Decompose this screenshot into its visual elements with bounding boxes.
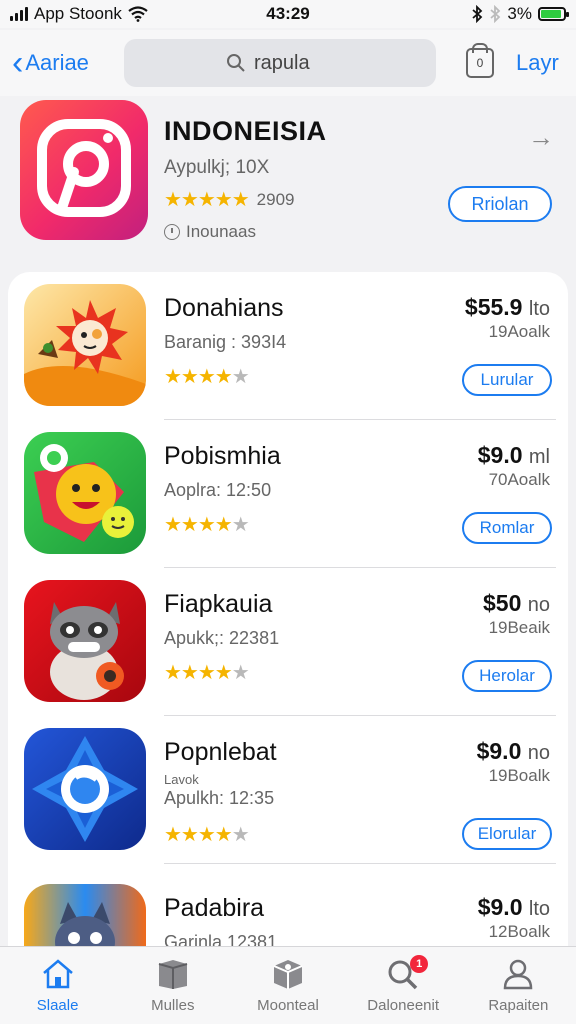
star-rating-icon: ★★★★★	[164, 366, 250, 388]
nav-right-button[interactable]: Layr	[516, 50, 559, 76]
wifi-icon	[128, 6, 148, 22]
tab-label: Mulles	[151, 997, 195, 1014]
featured-title: INDONEISIA	[164, 116, 327, 146]
tab-search[interactable]: 1 Daloneenit	[348, 955, 458, 1014]
battery-percent: 3%	[507, 4, 532, 23]
cube-icon	[270, 957, 306, 991]
app-count: 12Boalk	[488, 922, 550, 941]
bluetooth-faded-icon	[490, 5, 501, 23]
app-name: Padabira	[164, 894, 265, 922]
app-count: 19Beaik	[488, 618, 550, 637]
chevron-left-icon: ‹	[12, 44, 24, 82]
box-icon	[155, 957, 191, 991]
tab-label: Rapaiten	[488, 997, 549, 1014]
app-rating: ★★★★★	[164, 660, 250, 685]
list-item[interactable]: Donahians Baranig : 393I4 ★★★★★ $55.9 lt…	[8, 272, 568, 420]
app-rating: ★★★★★	[164, 364, 250, 389]
app-get-button[interactable]: Romlar	[462, 512, 552, 544]
app-price: $9.0 no	[476, 738, 550, 764]
notification-badge: 1	[410, 955, 429, 973]
smiley-chat-icon	[24, 432, 146, 554]
featured-category-label: Inounaas	[186, 222, 256, 241]
status-right: 3%	[471, 4, 569, 24]
tab-cube[interactable]: Moonteal	[233, 957, 343, 1014]
divider	[164, 863, 556, 864]
app-name: Popnlebat	[164, 738, 277, 766]
app-subtitle: Aoplra: 12:50	[164, 480, 272, 500]
raccoon-icon	[24, 580, 146, 702]
featured-app[interactable]: INDONEISIA Aypulkj; 10X ★★★★★ 2909 Inoun…	[0, 100, 576, 260]
app-name: Pobismhia	[164, 442, 281, 470]
back-label: Aariae	[25, 50, 89, 75]
star-rating-icon: ★★★★★	[164, 189, 250, 211]
app-extra-label: Lavok	[164, 772, 199, 787]
search-icon	[227, 54, 245, 72]
featured-get-button[interactable]: Rriolan	[448, 186, 552, 222]
app-price: $9.0 lto	[477, 894, 550, 920]
bag-button[interactable]: 0	[466, 43, 494, 78]
app-name: Donahians	[164, 294, 284, 322]
app-price: $9.0 ml	[477, 442, 550, 468]
compass-star-icon	[24, 728, 146, 850]
nav-bar: ‹ Aariae 0 Layr	[0, 30, 576, 96]
bag-count: 0	[476, 56, 484, 70]
app-subtitle: Apulkh: 12:35	[164, 788, 275, 808]
status-bar: App Stoonk 43:29 3%	[0, 0, 576, 28]
clock-icon	[164, 224, 180, 240]
app-list: Donahians Baranig : 393I4 ★★★★★ $55.9 lt…	[8, 272, 568, 972]
star-rating-icon: ★★★★★	[164, 514, 250, 536]
app-subtitle: Baranig : 393I4	[164, 332, 287, 352]
featured-subtitle: Aypulkj; 10X	[164, 157, 270, 178]
tab-profile[interactable]: Rapaiten	[463, 957, 573, 1014]
battery-icon	[538, 7, 569, 21]
app-price: $50 no	[482, 590, 550, 616]
featured-rating-count: 2909	[256, 189, 295, 209]
app-get-button[interactable]: Elorular	[462, 818, 552, 850]
list-item[interactable]: Fiapkauia Apukk;: 22381 ★★★★★ $50 no 19B…	[8, 568, 568, 716]
sun-mascot-icon	[24, 284, 146, 406]
featured-app-icon	[20, 100, 148, 240]
app-price: $55.9 lto	[464, 294, 550, 320]
star-rating-icon: ★★★★★	[164, 824, 250, 846]
app-count: 19Aoalk	[488, 322, 550, 341]
list-item[interactable]: Popnlebat Lavok Apulkh: 12:35 ★★★★★ $9.0…	[8, 716, 568, 864]
arrow-right-icon[interactable]: →	[528, 122, 554, 153]
app-get-button[interactable]: Lurular	[462, 364, 552, 396]
star-rating-icon: ★★★★★	[164, 662, 250, 684]
app-get-button[interactable]: Herolar	[462, 660, 552, 692]
featured-category: Inounaas	[164, 222, 556, 242]
bluetooth-icon	[472, 5, 483, 23]
tab-label: Daloneenit	[367, 997, 440, 1014]
app-subtitle: Apukk;: 22381	[164, 628, 280, 648]
clock-time: 43:29	[266, 4, 310, 23]
signal-icon	[10, 7, 28, 21]
app-rating: ★★★★★	[164, 822, 250, 847]
list-item[interactable]: Pobismhia Aoplra: 12:50 ★★★★★ $9.0 ml 70…	[8, 420, 568, 568]
tab-label: Slaale	[36, 997, 79, 1014]
app-count: 19Boalk	[488, 766, 550, 785]
app-rating: ★★★★★	[164, 512, 250, 537]
person-icon	[500, 957, 536, 991]
status-left: App Stoonk	[10, 4, 148, 24]
tab-bar: Slaale Mulles Moonteal 1 Daloneenit Rapa…	[0, 946, 576, 1024]
featured-info: INDONEISIA Aypulkj; 10X ★★★★★ 2909 Inoun…	[164, 100, 556, 260]
search-field[interactable]	[124, 39, 436, 87]
search-input[interactable]	[254, 51, 334, 75]
app-name: Fiapkauia	[164, 590, 273, 618]
tab-home[interactable]: Slaale	[3, 957, 113, 1014]
carrier-label: App Stoonk	[34, 4, 122, 23]
tab-box[interactable]: Mulles	[118, 957, 228, 1014]
back-button[interactable]: ‹ Aariae	[12, 46, 120, 80]
app-count: 70Aoalk	[488, 470, 550, 489]
tab-label: Moonteal	[257, 997, 319, 1014]
home-icon	[40, 957, 76, 991]
